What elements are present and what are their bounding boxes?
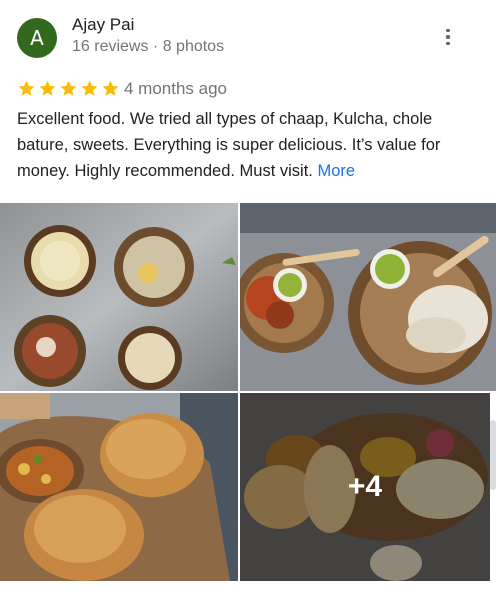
reviewer-name[interactable]: Ajay Pai [72,15,134,35]
star-icon [18,80,35,96]
more-vert-icon[interactable] [436,26,460,48]
review-text: Excellent food. We tried all types of ch… [17,110,441,180]
more-photos-count[interactable]: +4 [240,393,490,581]
star-icon [60,80,77,96]
review-photo-2[interactable] [240,203,496,391]
more-link[interactable]: More [317,162,355,180]
review-photo-4[interactable]: +4 [240,393,490,581]
star-icon [81,80,98,96]
review-photo-3[interactable] [0,393,238,581]
review-photo-1[interactable] [0,203,238,391]
star-rating [17,77,122,99]
review-text-block: Excellent food. We tried all types of ch… [17,106,487,184]
star-icon [102,80,119,96]
scrollbar[interactable] [490,420,496,490]
star-icon [39,80,56,96]
review-card: A Ajay Pai 16 reviews · 8 photos 4 month… [0,0,496,592]
review-date: 4 months ago [124,79,228,98]
reviewer-avatar[interactable]: A [17,18,57,58]
reviewer-meta: 16 reviews · 8 photos [72,38,225,55]
avatar-initial: A [30,26,44,50]
